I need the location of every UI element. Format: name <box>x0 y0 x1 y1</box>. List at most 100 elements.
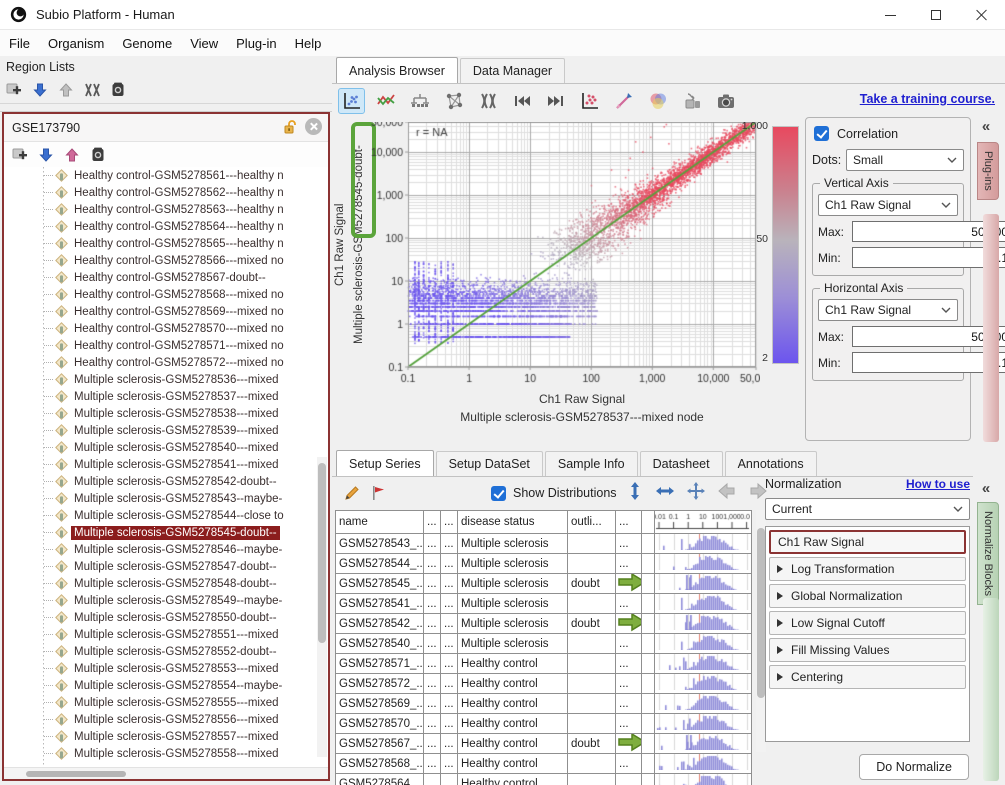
menu-help[interactable]: Help <box>286 32 331 55</box>
tree-item[interactable]: Healthy control-GSM5278570---mixed no <box>4 320 328 337</box>
normalize-block-low-signal-cutoff[interactable]: Low Signal Cutoff <box>769 611 966 635</box>
move-down-icon[interactable] <box>36 145 56 165</box>
do-normalize-button[interactable]: Do Normalize <box>859 754 969 780</box>
dendrogram-icon[interactable] <box>406 88 433 114</box>
tree-item[interactable]: Multiple sclerosis-GSM5278544--close to <box>4 507 328 524</box>
how-to-use-link[interactable]: How to use <box>906 477 970 491</box>
pencil-icon[interactable] <box>338 480 365 506</box>
table-row[interactable]: GSM5278568_.........Healthy control... <box>336 754 752 774</box>
skip-forward-icon[interactable] <box>542 88 569 114</box>
tree-item[interactable]: Multiple sclerosis-GSM5278555---mixed <box>4 694 328 711</box>
tree-item[interactable]: Multiple sclerosis-GSM5278550-doubt-- <box>4 609 328 626</box>
tree-item[interactable]: Multiple sclerosis-GSM5278557---mixed <box>4 728 328 745</box>
add-list-icon[interactable] <box>4 80 24 100</box>
table-row[interactable]: GSM5278541_.........Multiple sclerosis..… <box>336 594 752 614</box>
tree-item[interactable]: Healthy control-GSM5278572---mixed no <box>4 354 328 371</box>
column-header[interactable]: ... <box>424 511 441 534</box>
tab-annotations[interactable]: Annotations <box>725 451 817 477</box>
table-row[interactable]: GSM5278570_.........Healthy control... <box>336 714 752 734</box>
scrollbar-thumb[interactable] <box>26 771 126 777</box>
correlation-checkbox[interactable] <box>814 126 829 141</box>
tree-item[interactable]: Multiple sclerosis-GSM5278536---mixed <box>4 371 328 388</box>
tree-item[interactable]: Healthy control-GSM5278568---mixed no <box>4 286 328 303</box>
tree-item[interactable]: Healthy control-GSM5278571---mixed no <box>4 337 328 354</box>
normalization-preset-select[interactable]: Current <box>765 498 970 520</box>
column-header[interactable]: disease status <box>458 511 568 534</box>
tree-item[interactable]: Multiple sclerosis-GSM5278539---mixed <box>4 422 328 439</box>
tree-item[interactable]: Multiple sclerosis-GSM5278558---mixed <box>4 745 328 762</box>
menu-view[interactable]: View <box>181 32 227 55</box>
tree-item[interactable]: Healthy control-GSM5278563---healthy n <box>4 201 328 218</box>
tree-vertical-scrollbar[interactable] <box>317 457 327 757</box>
tree-item[interactable]: Multiple sclerosis-GSM5278537---mixed <box>4 388 328 405</box>
normalize-block-log-transformation[interactable]: Log Transformation <box>769 557 966 581</box>
scatter-plot-icon[interactable] <box>338 88 365 114</box>
tab-setup-dataset[interactable]: Setup DataSet <box>436 451 543 477</box>
minimize-button[interactable] <box>867 0 913 30</box>
normalize-blocks-tab[interactable]: Normalize Blocks <box>977 502 999 605</box>
tab-analysis-browser[interactable]: Analysis Browser <box>336 57 458 84</box>
vertical-signal-select[interactable]: Ch1 Raw Signal <box>818 194 958 216</box>
collapse-left-icon[interactable]: « <box>975 118 997 136</box>
move-up-pink-icon[interactable] <box>62 145 82 165</box>
tree-item[interactable]: Healthy control-GSM5278567-doubt-- <box>4 269 328 286</box>
tree-item[interactable]: Multiple sclerosis-GSM5278542-doubt-- <box>4 473 328 490</box>
network-icon[interactable] <box>440 88 467 114</box>
tree-item[interactable]: Multiple sclerosis-GSM5278543--maybe- <box>4 490 328 507</box>
maximize-button[interactable] <box>913 0 959 30</box>
menu-organism[interactable]: Organism <box>39 32 113 55</box>
tree-item[interactable]: Multiple sclerosis-GSM5278545-doubt-- <box>4 524 328 541</box>
tree-item[interactable]: Healthy control-GSM5278569---mixed no <box>4 303 328 320</box>
tree-horizontal-scrollbar[interactable] <box>4 767 328 779</box>
table-row[interactable]: GSM5278544_.........Multiple sclerosis..… <box>336 554 752 574</box>
tree-item[interactable]: Multiple sclerosis-GSM5278556---mixed <box>4 711 328 728</box>
tree-item[interactable]: Multiple sclerosis-GSM5278541---mixed <box>4 456 328 473</box>
skip-back-icon[interactable] <box>508 88 535 114</box>
table-row[interactable]: GSM5278543_.........Multiple sclerosis..… <box>336 534 752 554</box>
column-header[interactable]: name <box>336 511 424 534</box>
collapse-left-icon[interactable]: « <box>975 480 997 498</box>
plugins-tab[interactable]: Plug-ins <box>977 142 999 200</box>
panel-close-icon[interactable] <box>305 118 322 135</box>
line-chart-icon[interactable] <box>372 88 399 114</box>
table-row[interactable]: GSM5278540_.........Multiple sclerosis..… <box>336 634 752 654</box>
column-header[interactable] <box>642 511 655 534</box>
chromosomes-icon[interactable] <box>474 88 501 114</box>
trash-icon[interactable] <box>108 80 128 100</box>
tab-data-manager[interactable]: Data Manager <box>460 58 565 84</box>
tree-item[interactable]: Multiple sclerosis-GSM5278538---mixed <box>4 405 328 422</box>
dart-icon[interactable] <box>610 88 637 114</box>
table-row[interactable]: GSM5278567_.........Healthy controldoubt <box>336 734 752 754</box>
horizontal-signal-select[interactable]: Ch1 Raw Signal <box>818 299 958 321</box>
tree-item[interactable]: Multiple sclerosis-GSM5278549--maybe- <box>4 592 328 609</box>
tree-item[interactable]: Healthy control-GSM5278561---healthy n <box>4 167 328 184</box>
menu-plugin[interactable]: Plug-in <box>227 32 285 55</box>
dots-select[interactable]: Small <box>846 149 964 171</box>
column-header[interactable]: ... <box>616 511 642 534</box>
move-up-icon[interactable] <box>56 80 76 100</box>
export-icon[interactable] <box>678 88 705 114</box>
scatter-plot[interactable] <box>370 122 760 388</box>
table-row[interactable]: GSM5278572_.........Healthy control... <box>336 674 752 694</box>
tree-item[interactable]: Multiple sclerosis-GSM5278553---mixed <box>4 660 328 677</box>
nav-left-icon[interactable] <box>717 482 737 505</box>
chromosome-icon[interactable] <box>82 80 102 100</box>
tab-setup-series[interactable]: Setup Series <box>336 450 434 477</box>
normalize-block-fill-missing-values[interactable]: Fill Missing Values <box>769 638 966 662</box>
venn-icon[interactable] <box>644 88 671 114</box>
normalize-block-centering[interactable]: Centering <box>769 665 966 689</box>
move-down-icon[interactable] <box>30 80 50 100</box>
table-row[interactable]: GSM5278545_.........Multiple sclerosisdo… <box>336 574 752 594</box>
trash-icon[interactable] <box>88 145 108 165</box>
tree-item[interactable]: Multiple sclerosis-GSM5278546--maybe- <box>4 541 328 558</box>
tree-item[interactable]: Multiple sclerosis-GSM5278540---mixed <box>4 439 328 456</box>
left-splitter[interactable] <box>0 103 332 112</box>
expand-horizontal-icon[interactable] <box>655 482 675 505</box>
tree-item[interactable]: Multiple sclerosis-GSM5278551---mixed <box>4 626 328 643</box>
tree-item[interactable]: Healthy control-GSM5278566---mixed no <box>4 252 328 269</box>
table-row[interactable]: GSM5278571_.........Healthy control... <box>336 654 752 674</box>
tree-item[interactable]: Healthy control-GSM5278564---healthy n <box>4 218 328 235</box>
tree-item[interactable]: Multiple sclerosis-GSM5278547-doubt-- <box>4 558 328 575</box>
scrollbar-thumb[interactable] <box>757 528 765 698</box>
table-row[interactable]: GSM5278564 .........Healthy control... <box>336 774 752 785</box>
